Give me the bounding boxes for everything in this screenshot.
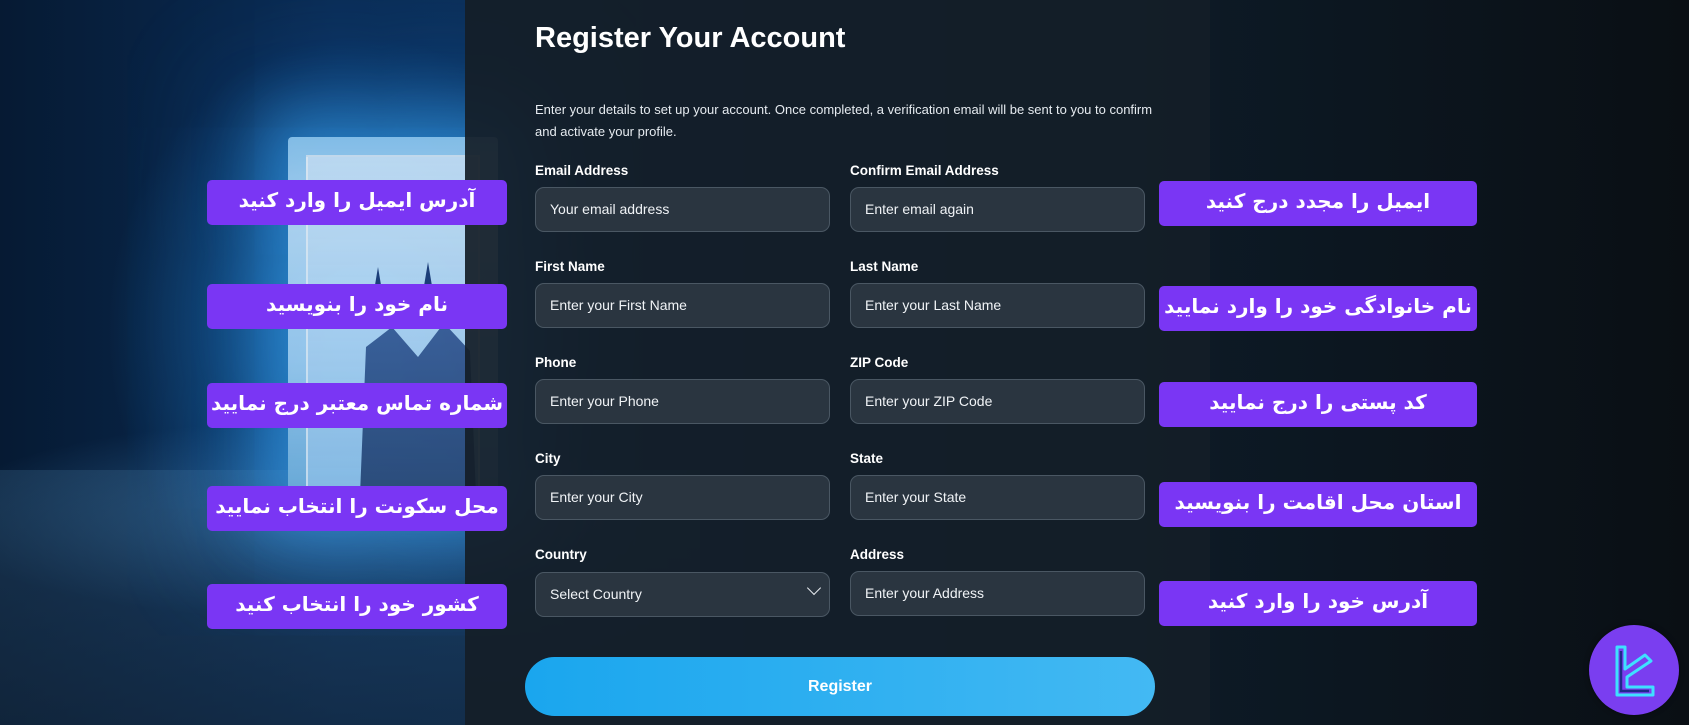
- chevron-down-icon: [806, 580, 822, 596]
- country-select-value: Select Country: [550, 586, 642, 602]
- address-label: Address: [850, 547, 905, 562]
- state-label: State: [850, 451, 884, 466]
- brand-logo-icon: [1589, 625, 1679, 715]
- confirm-email-field[interactable]: Enter email again: [850, 187, 1145, 232]
- annotation-country: کشور خود را انتخاب کنید: [207, 584, 507, 629]
- annotation-first-name: نام خود را بنویسید: [207, 284, 507, 329]
- last-name-label: Last Name: [850, 259, 919, 274]
- annotation-last-name: نام خانوادگی خود را وارد نمایید: [1159, 286, 1477, 331]
- annotation-email: آدرس ایمیل را وارد کنید: [207, 180, 507, 225]
- city-field[interactable]: Enter your City: [535, 475, 830, 520]
- address-field[interactable]: Enter your Address: [850, 571, 1145, 616]
- annotation-state: استان محل اقامت را بنویسید: [1159, 482, 1477, 527]
- first-name-field[interactable]: Enter your First Name: [535, 283, 830, 328]
- zip-code-field[interactable]: Enter your ZIP Code: [850, 379, 1145, 424]
- state-field[interactable]: Enter your State: [850, 475, 1145, 520]
- first-name-label: First Name: [535, 259, 605, 274]
- annotation-zip-code: کد پستی را درج نمایید: [1159, 382, 1477, 427]
- last-name-field[interactable]: Enter your Last Name: [850, 283, 1145, 328]
- country-select[interactable]: Select Country: [535, 572, 830, 617]
- city-label: City: [535, 451, 561, 466]
- zip-code-label: ZIP Code: [850, 355, 909, 370]
- page-title: Register Your Account: [535, 22, 846, 54]
- register-button[interactable]: Register: [525, 657, 1155, 716]
- annotation-city: محل سکونت را انتخاب نمایید: [207, 486, 507, 531]
- annotation-phone: شماره تماس معتبر درج نمایید: [207, 383, 507, 428]
- phone-label: Phone: [535, 355, 577, 370]
- annotation-address: آدرس خود را وارد کنید: [1159, 581, 1477, 626]
- confirm-email-label: Confirm Email Address: [850, 163, 999, 178]
- country-label: Country: [535, 547, 587, 562]
- annotation-confirm-email: ایمیل را مجدد درج کنید: [1159, 181, 1477, 226]
- email-label: Email Address: [535, 163, 629, 178]
- phone-field[interactable]: Enter your Phone: [535, 379, 830, 424]
- form-description: Enter your details to set up your accoun…: [535, 102, 1153, 139]
- email-field[interactable]: Your email address: [535, 187, 830, 232]
